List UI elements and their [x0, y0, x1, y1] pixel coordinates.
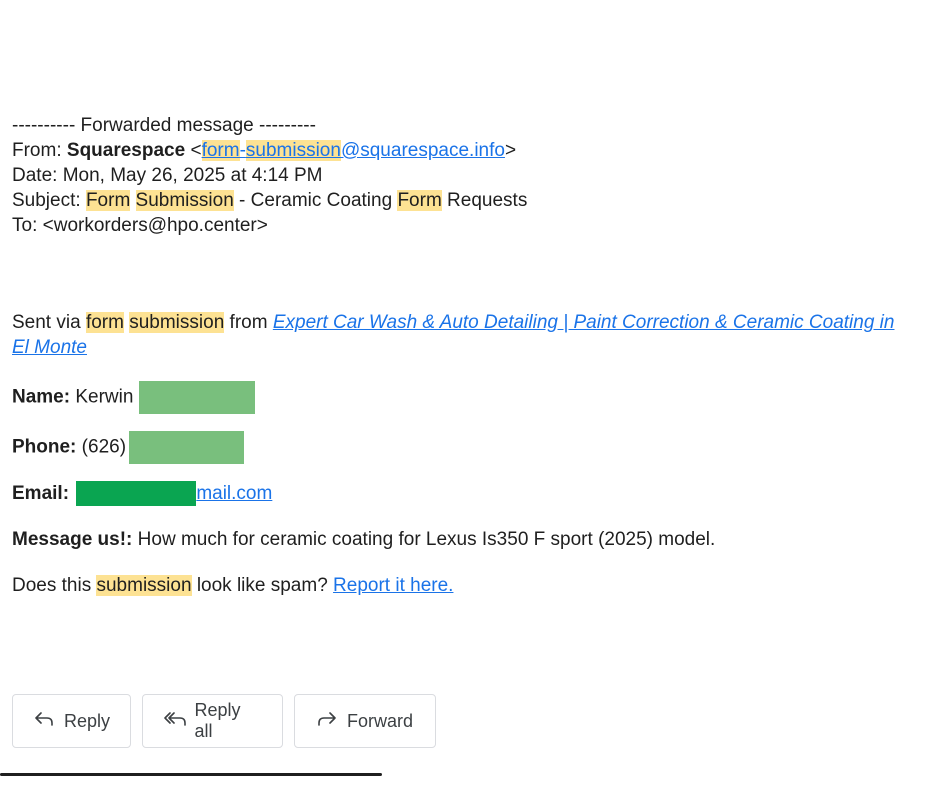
- sent-via-line: Sent via form submission from Expert Car…: [12, 312, 895, 358]
- reply-all-icon: [163, 711, 186, 731]
- forward-button[interactable]: Forward: [294, 694, 436, 748]
- from-email[interactable]: <form-submission@squarespace.info>: [190, 140, 516, 161]
- message-value: How much for ceramic coating for Lexus I…: [137, 529, 716, 551]
- report-spam-link[interactable]: Report it here.: [333, 575, 453, 596]
- reply-icon: [33, 711, 56, 731]
- message-body: Sent via form submission from Expert Car…: [12, 310, 912, 619]
- phone-value: (626): [81, 436, 127, 458]
- home-indicator-bar: [0, 773, 382, 776]
- from-line: From: Squarespace <form-submission@squar…: [12, 138, 912, 163]
- reply-label: Reply: [63, 710, 110, 731]
- from-label: From:: [12, 140, 62, 161]
- reply-all-button[interactable]: Reply all: [142, 694, 283, 748]
- name-field: Name: Kerwin: [12, 381, 912, 414]
- reply-button[interactable]: Reply: [12, 694, 131, 748]
- subject-line: Subject: Form Submission - Ceramic Coati…: [12, 190, 528, 211]
- phone-field: Phone: (626): [12, 431, 912, 464]
- email-redaction: [76, 481, 197, 507]
- email-actions: Reply Reply all Forward: [12, 694, 436, 748]
- email-label: Email:: [12, 483, 70, 504]
- from-sender-name: Squarespace: [66, 140, 186, 161]
- to-line: To: <workorders@hpo.center>: [12, 215, 268, 236]
- forward-label: Forward: [347, 710, 414, 731]
- forwarded-header: ---------- Forwarded message --------- F…: [12, 113, 912, 238]
- email-link[interactable]: mail.com: [196, 483, 272, 504]
- forward-icon: [315, 711, 339, 731]
- forwarded-divider: ---------- Forwarded message ---------: [12, 115, 316, 136]
- reply-all-label: Reply all: [194, 700, 241, 741]
- date-line: Date: Mon, May 26, 2025 at 4:14 PM: [12, 165, 323, 186]
- phone-redaction: [129, 431, 245, 464]
- spam-line: Does this submission look like spam? Rep…: [12, 575, 454, 597]
- name-value: Kerwin: [75, 386, 134, 408]
- phone-label: Phone:: [12, 436, 77, 458]
- email-field: Email: mail.com: [12, 481, 912, 507]
- name-redaction: [138, 381, 255, 414]
- name-label: Name:: [12, 386, 71, 408]
- message-field: Message us!: How much for ceramic coatin…: [12, 527, 912, 552]
- message-label: Message us!:: [12, 529, 133, 551]
